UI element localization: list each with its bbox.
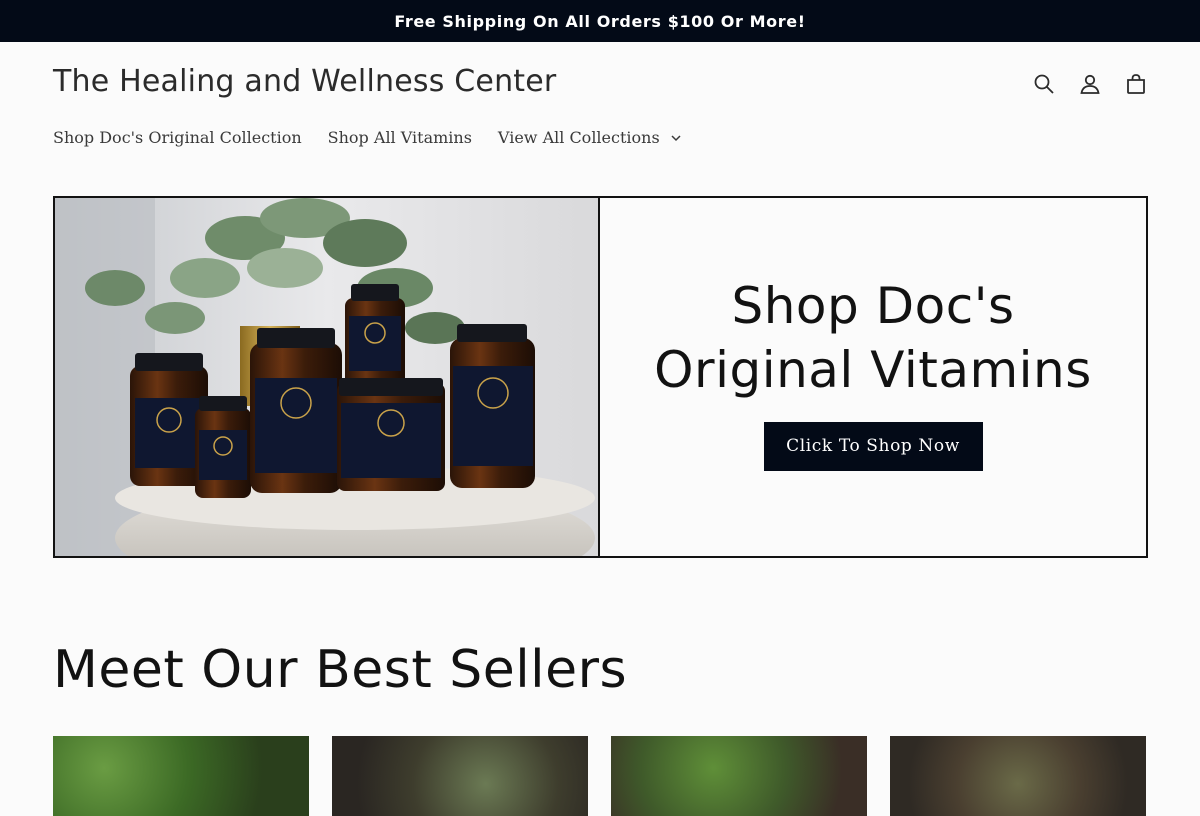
nav-item-label: Shop All Vitamins <box>327 128 472 147</box>
nav-item-all-vitamins[interactable]: Shop All Vitamins <box>328 128 472 147</box>
search-button[interactable] <box>1030 66 1058 102</box>
hero-heading: Shop Doc's Original Vitamins <box>654 274 1092 402</box>
hero-photo-illustration <box>55 198 598 556</box>
best-sellers-title: Meet Our Best Sellers <box>53 640 628 700</box>
shop-now-button[interactable]: Click To Shop Now <box>763 421 983 471</box>
product-card[interactable] <box>53 736 309 816</box>
product-card[interactable] <box>611 736 867 816</box>
cart-icon <box>1127 74 1145 94</box>
nav-item-label: Shop Doc's Original Collection <box>53 128 302 147</box>
chevron-down-icon <box>671 134 681 141</box>
product-card[interactable] <box>332 736 588 816</box>
account-button[interactable] <box>1076 66 1104 102</box>
announcement-text: Free Shipping On All Orders $100 Or More… <box>394 11 806 31</box>
best-sellers-grid <box>53 736 1146 816</box>
main-nav: Shop Doc's Original Collection Shop All … <box>53 128 682 147</box>
account-icon <box>1080 74 1100 94</box>
nav-item-docs-original-collection[interactable]: Shop Doc's Original Collection <box>53 128 302 147</box>
announcement-bar: Free Shipping On All Orders $100 Or More… <box>0 0 1200 42</box>
nav-item-view-all-collections[interactable]: View All Collections <box>498 128 682 147</box>
nav-item-label: View All Collections <box>497 128 660 147</box>
hero-banner: Shop Doc's Original Vitamins Click To Sh… <box>53 196 1148 558</box>
product-card[interactable] <box>890 736 1146 816</box>
hero-product-image[interactable] <box>55 198 600 556</box>
store-title[interactable]: The Healing and Wellness Center <box>53 64 556 99</box>
hero-heading-line1: Shop Doc's <box>731 276 1015 335</box>
hero-heading-line2: Original Vitamins <box>654 340 1092 399</box>
hero-text-panel: Shop Doc's Original Vitamins Click To Sh… <box>600 198 1146 556</box>
header-icons <box>1030 66 1150 102</box>
cart-button[interactable] <box>1122 66 1150 102</box>
site-header: The Healing and Wellness Center <box>0 42 1200 126</box>
search-icon <box>1034 74 1054 94</box>
